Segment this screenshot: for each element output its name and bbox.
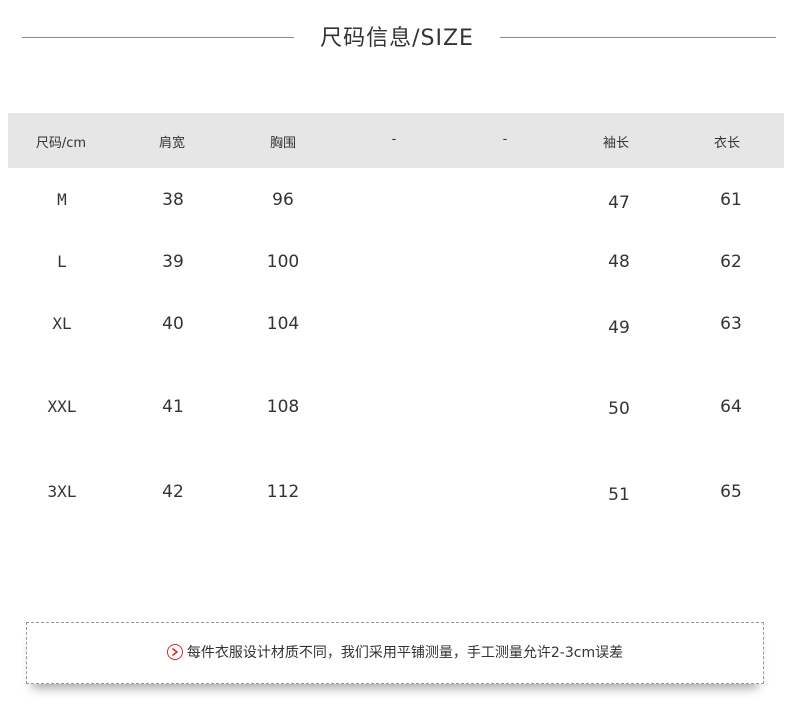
cell-size: XXL (47, 397, 77, 416)
header-shoulder: 肩宽 (158, 136, 186, 151)
measurement-note-box: 每件衣服设计材质不同，我们采用平铺测量，手工测量允许2-3cm误差 (26, 622, 764, 684)
cell-size: M (57, 190, 67, 209)
cell-chest: 96 (272, 190, 294, 210)
cell-sleeve: 47 (608, 193, 630, 213)
chevron-right-circle-icon (166, 644, 183, 660)
size-table-header: 尺码/cm 肩宽 胸围 - - 袖长 衣长 (8, 113, 784, 168)
cell-shoulder: 42 (162, 482, 184, 502)
cell-shoulder: 41 (162, 397, 184, 417)
cell-chest: 108 (266, 397, 300, 417)
cell-shoulder: 38 (162, 190, 184, 210)
cell-chest: 104 (266, 314, 300, 334)
section-title-row: 尺码信息/SIZE (0, 0, 800, 72)
cell-length: 61 (720, 190, 742, 210)
cell-sleeve: 50 (608, 399, 630, 419)
cell-length: 62 (720, 252, 742, 272)
cell-length: 63 (720, 314, 742, 334)
cell-sleeve: 51 (608, 485, 630, 505)
header-blank-1: - (391, 132, 397, 147)
table-row: XL 40 104 49 63 (0, 314, 800, 344)
measurement-note: 每件衣服设计材质不同，我们采用平铺测量，手工测量允许2-3cm误差 (27, 642, 763, 662)
section-title: 尺码信息/SIZE (320, 26, 474, 51)
header-blank-2: - (502, 132, 508, 147)
cell-chest: 100 (266, 252, 300, 272)
cell-chest: 112 (266, 482, 300, 502)
cell-size: 3XL (47, 482, 77, 501)
table-row: M 38 96 47 61 (0, 190, 800, 220)
cell-length: 65 (720, 482, 742, 502)
cell-sleeve: 49 (608, 318, 630, 338)
measurement-note-text: 每件衣服设计材质不同，我们采用平铺测量，手工测量允许2-3cm误差 (186, 645, 624, 661)
header-chest: 胸围 (269, 136, 297, 151)
cell-size: L (57, 252, 67, 271)
header-size: 尺码/cm (35, 136, 87, 151)
header-sleeve: 袖长 (602, 136, 630, 151)
cell-length: 64 (720, 397, 742, 417)
table-row: XXL 41 108 50 64 (0, 397, 800, 427)
cell-shoulder: 39 (162, 252, 184, 272)
cell-sleeve: 48 (608, 252, 630, 272)
table-row: 3XL 42 112 51 65 (0, 482, 800, 512)
title-divider-left (22, 37, 294, 38)
title-divider-right (500, 37, 776, 38)
cell-shoulder: 40 (162, 314, 184, 334)
table-row: L 39 100 48 62 (0, 252, 800, 282)
cell-size: XL (52, 314, 72, 333)
header-length: 衣长 (713, 136, 741, 151)
